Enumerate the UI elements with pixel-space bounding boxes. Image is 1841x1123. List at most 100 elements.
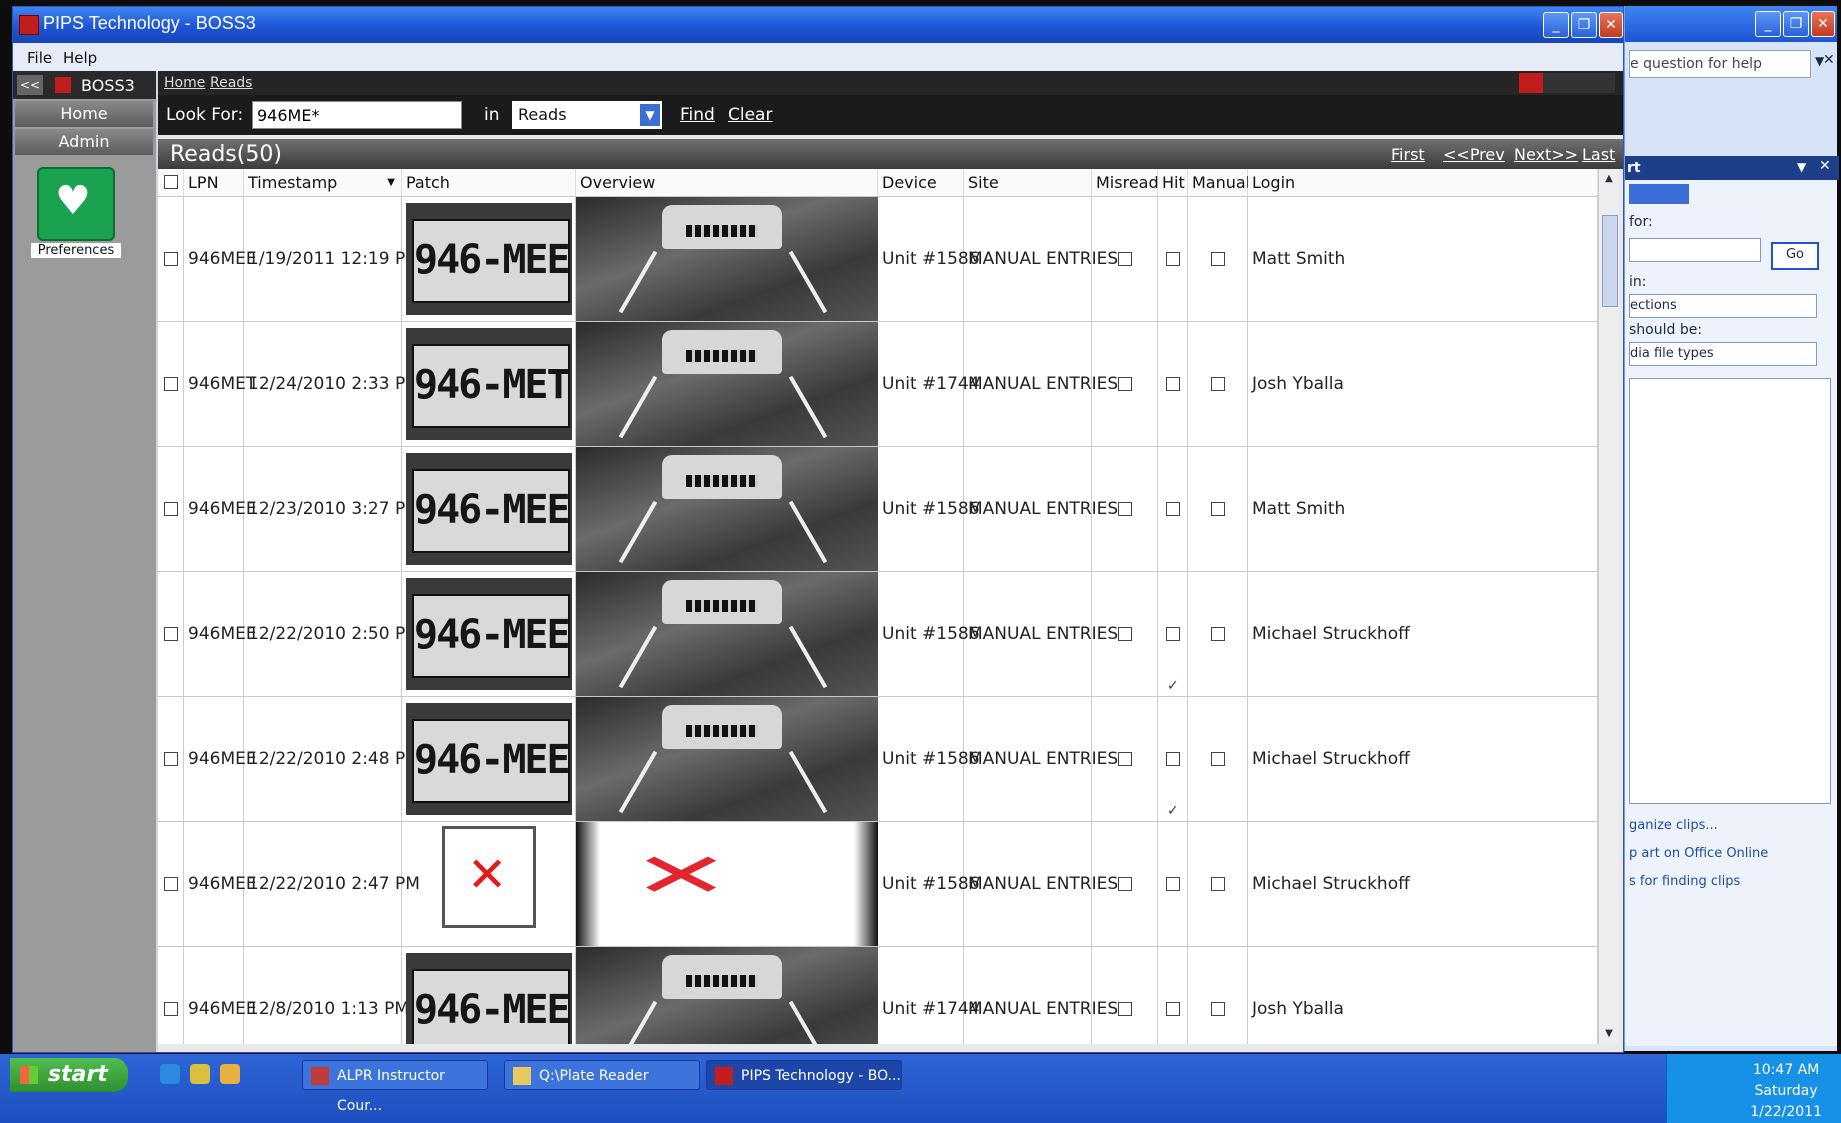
table-row[interactable]: 946MEE 12/8/2010 1:13 PM 946-MEE Unit #1744…	[158, 946, 1598, 1044]
office-restore-button[interactable]: ❐	[1783, 11, 1809, 37]
plate-patch-image[interactable]: 946-MEE	[406, 203, 572, 315]
search-scope-select[interactable]: Reads ▼	[512, 101, 662, 129]
manual-checkbox[interactable]	[1211, 877, 1225, 891]
plate-patch-image[interactable]: 946-MEE	[406, 453, 572, 565]
nav-home[interactable]: Home	[15, 101, 153, 127]
table-row[interactable]: 946MEE 12/22/2010 2:48 PM 946-MEE Unit #158…	[158, 696, 1598, 874]
hit-checkbox[interactable]	[1166, 877, 1180, 891]
overview-cell[interactable]	[576, 947, 878, 1044]
patch-cell[interactable]: ✕	[402, 822, 576, 947]
overview-image[interactable]	[576, 197, 878, 322]
patch-cell[interactable]: 946-MEE	[402, 572, 576, 697]
overview-cell[interactable]	[576, 197, 878, 322]
select-all-checkbox[interactable]	[164, 175, 178, 189]
help-search-input[interactable]: e question for help	[1629, 50, 1811, 78]
minimize-button[interactable]: _	[1543, 12, 1569, 38]
pager-last[interactable]: Last	[1582, 145, 1615, 164]
misread-checkbox[interactable]	[1118, 502, 1132, 516]
clip-search-input[interactable]	[1629, 238, 1761, 262]
task-alpr-instructor[interactable]: ALPR Instructor Cour...	[302, 1060, 488, 1114]
row-select-checkbox[interactable]	[164, 502, 178, 516]
pager-first[interactable]: First	[1391, 145, 1425, 164]
help-close-icon[interactable]: ✕	[1823, 52, 1835, 68]
menu-help[interactable]: Help	[63, 49, 97, 67]
hit-checkbox[interactable]	[1166, 1002, 1180, 1016]
table-row[interactable]: 946MEE 12/22/2010 2:50 PM 946-MEE Unit #158…	[158, 571, 1598, 749]
row-select-checkbox[interactable]	[164, 377, 178, 391]
patch-cell[interactable]: 946-MEE	[402, 697, 576, 822]
scroll-thumb[interactable]	[1602, 215, 1618, 307]
row-select-checkbox[interactable]	[164, 1002, 178, 1016]
hit-checkbox[interactable]	[1166, 624, 1180, 749]
row-select-checkbox[interactable]	[164, 877, 178, 891]
hit-checkbox[interactable]	[1166, 252, 1180, 266]
misread-checkbox[interactable]	[1118, 377, 1132, 391]
col-timestamp[interactable]: Timestamp ▼	[244, 169, 402, 196]
title-bar[interactable]: PIPS Technology - BOSS3 _ ❐ ✕	[13, 7, 1623, 43]
search-in-select[interactable]: ections	[1629, 294, 1817, 318]
overview-image[interactable]	[576, 947, 878, 1044]
patch-cell[interactable]: 946-MEE	[402, 447, 576, 572]
task-plate-reader[interactable]: Q:\Plate Reader	[504, 1060, 700, 1090]
hit-checkbox[interactable]	[1166, 749, 1180, 874]
search-input[interactable]	[252, 101, 462, 129]
manual-checkbox[interactable]	[1211, 252, 1225, 266]
panel-nav-icons[interactable]	[1629, 184, 1689, 204]
col-device[interactable]: Device	[878, 169, 964, 196]
patch-cell[interactable]: 946-MET	[402, 322, 576, 447]
misread-checkbox[interactable]	[1118, 752, 1132, 766]
scroll-down-icon[interactable]: ▼	[1601, 1026, 1617, 1042]
plate-patch-image[interactable]: 946-MET	[406, 328, 572, 440]
overview-image[interactable]	[576, 697, 878, 822]
misread-checkbox[interactable]	[1118, 1002, 1132, 1016]
col-overview[interactable]: Overview	[576, 169, 878, 196]
scroll-up-icon[interactable]: ▲	[1601, 171, 1617, 187]
outlook-icon[interactable]	[190, 1064, 210, 1084]
col-login[interactable]: Login	[1248, 169, 1598, 196]
table-row[interactable]: 946MEE 1/19/2011 12:19 PM 946-MEE Unit #158…	[158, 196, 1598, 322]
task-pips-technology[interactable]: PIPS Technology - BO...	[706, 1060, 902, 1090]
go-button[interactable]: Go	[1771, 242, 1819, 270]
col-misread[interactable]: Misread	[1092, 169, 1159, 196]
col-hit[interactable]: Hit	[1158, 169, 1188, 196]
overview-cell[interactable]	[576, 322, 878, 447]
overview-cell[interactable]	[576, 572, 878, 697]
col-site[interactable]: Site	[964, 169, 1092, 196]
menu-file[interactable]: File	[27, 49, 52, 67]
table-row[interactable]: 946MEE 12/23/2010 3:27 PM 946-MEE Unit #158…	[158, 446, 1598, 572]
manual-checkbox[interactable]	[1211, 502, 1225, 516]
restore-button[interactable]: ❐	[1571, 12, 1597, 38]
tray-icons[interactable]	[1675, 1064, 1735, 1114]
clock[interactable]: 10:47 AM Saturday 1/22/2011	[1750, 1060, 1822, 1123]
hit-checkbox[interactable]	[1166, 377, 1180, 391]
find-link[interactable]: Find	[680, 105, 715, 125]
chevron-down-icon[interactable]: ▼	[640, 104, 660, 126]
start-button[interactable]: start	[10, 1058, 128, 1092]
overview-cell[interactable]	[576, 447, 878, 572]
panel-menu-icon[interactable]: ▼	[1797, 160, 1806, 174]
patch-cell[interactable]: 946-MEE	[402, 947, 576, 1044]
overview-image[interactable]	[576, 572, 878, 697]
manual-checkbox[interactable]	[1211, 752, 1225, 766]
clip-art-online-link[interactable]: p art on Office Online	[1629, 846, 1768, 861]
manual-checkbox[interactable]	[1211, 1002, 1225, 1016]
manual-checkbox[interactable]	[1211, 627, 1225, 641]
misread-checkbox[interactable]	[1118, 252, 1132, 266]
collapse-nav-button[interactable]: <<	[17, 75, 43, 95]
overview-cell[interactable]: ✕	[576, 822, 878, 947]
table-row[interactable]: 946MEE 12/22/2010 2:47 PM ✕ ✕ Unit #1586 MANU…	[158, 821, 1598, 947]
misread-checkbox[interactable]	[1118, 877, 1132, 891]
pager-next[interactable]: Next>>	[1514, 145, 1578, 164]
col-lpn[interactable]: LPN	[184, 169, 244, 196]
manual-checkbox[interactable]	[1211, 377, 1225, 391]
results-type-select[interactable]: dia file types	[1629, 342, 1817, 366]
row-select-checkbox[interactable]	[164, 252, 178, 266]
nav-admin[interactable]: Admin	[15, 129, 153, 155]
ie-icon[interactable]	[160, 1064, 180, 1084]
office-title-bar[interactable]: _ ❐ ✕	[1625, 6, 1837, 42]
plate-patch-image[interactable]: 946-MEE	[406, 953, 572, 1044]
misread-checkbox[interactable]	[1118, 627, 1132, 641]
office-close-button[interactable]: ✕	[1811, 11, 1835, 37]
breadcrumb-reads[interactable]: Reads	[210, 75, 252, 91]
table-scrollbar[interactable]: ▲ ▼	[1598, 169, 1619, 1044]
